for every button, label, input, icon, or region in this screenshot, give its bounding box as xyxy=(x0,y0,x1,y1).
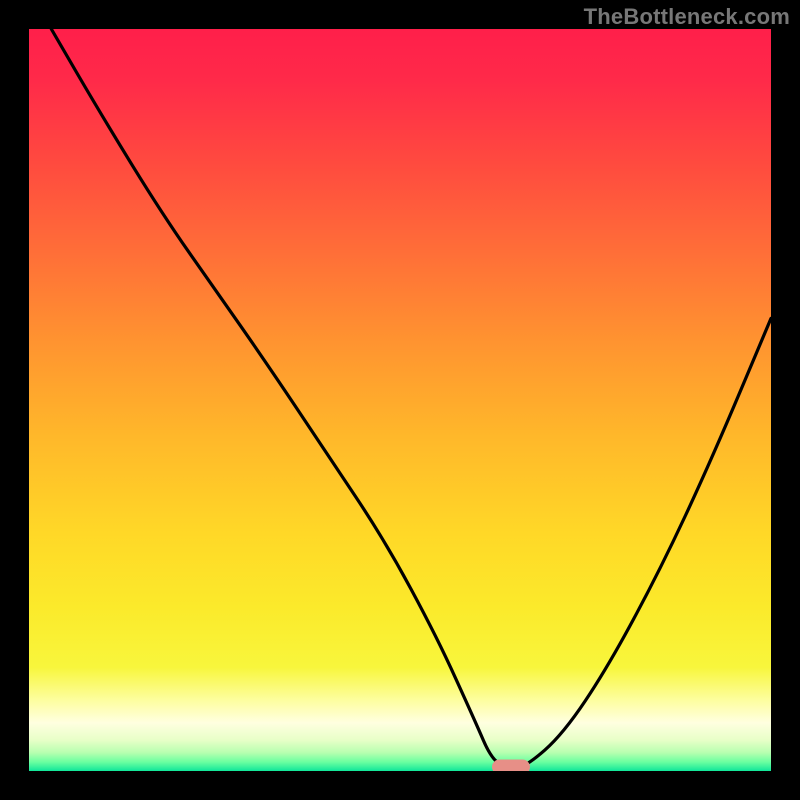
attribution-watermark: TheBottleneck.com xyxy=(584,4,790,30)
optimal-point-marker xyxy=(492,759,530,771)
bottleneck-chart: TheBottleneck.com xyxy=(0,0,800,800)
bottleneck-curve xyxy=(29,29,771,771)
plot-area xyxy=(29,29,771,771)
